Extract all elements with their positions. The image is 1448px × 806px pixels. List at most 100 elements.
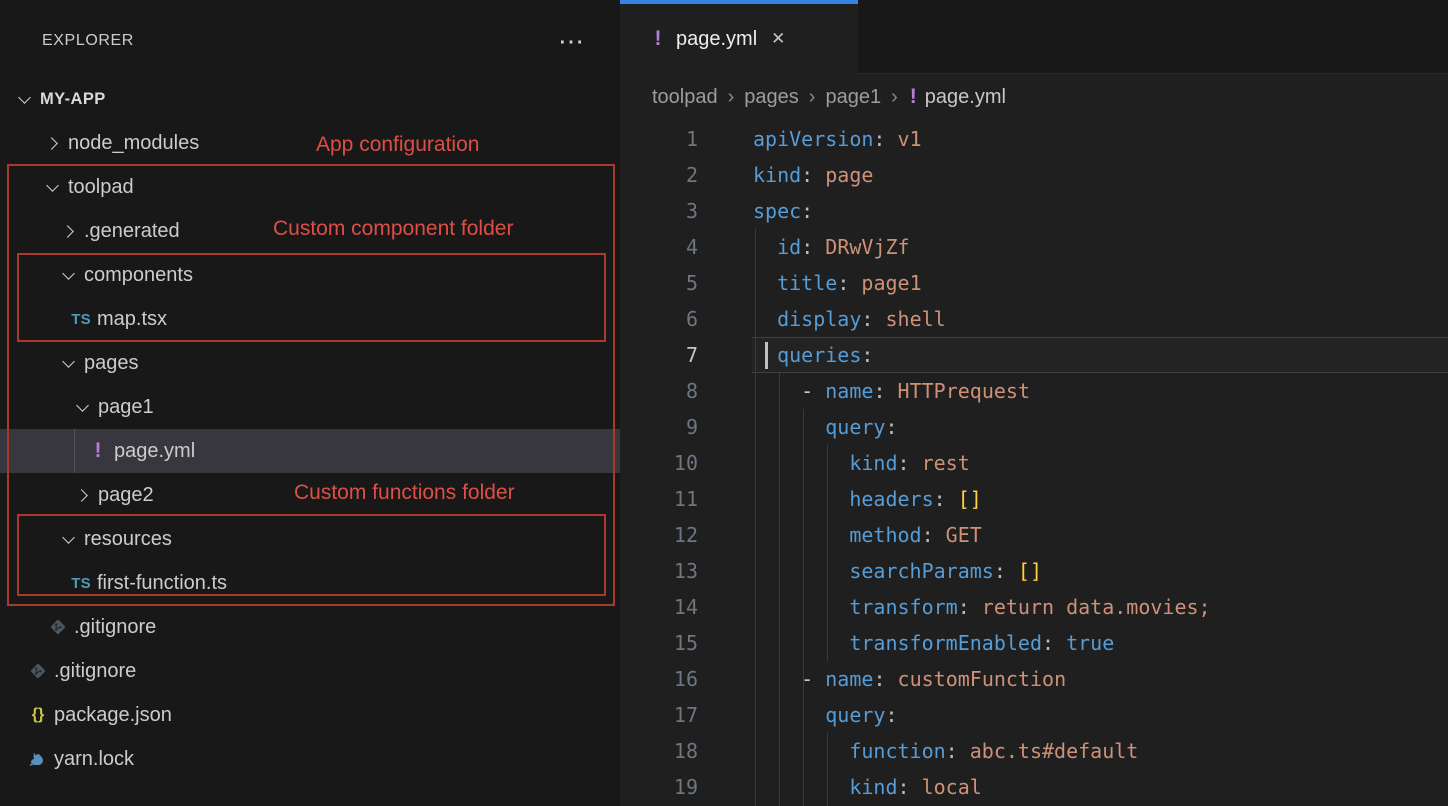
tree-item-label: pages [84, 352, 139, 375]
chevron-right-icon [56, 219, 80, 243]
git-icon [26, 661, 50, 681]
line-number: 14 [620, 595, 698, 619]
chevron-down-icon [40, 175, 64, 199]
line-number: 16 [620, 667, 698, 691]
tree-item-components[interactable]: components [0, 253, 620, 297]
code-line[interactable]: 6 display: shell [620, 301, 1448, 337]
yaml-warning-icon: ! [86, 439, 110, 463]
code-line[interactable]: 14 transform: return data.movies; [620, 589, 1448, 625]
line-number: 3 [620, 199, 698, 223]
code-line[interactable]: 8 - name: HTTPrequest [620, 373, 1448, 409]
tree-item-page-yml[interactable]: ! page.yml [0, 429, 620, 473]
code-line[interactable]: 3 spec: [620, 193, 1448, 229]
more-actions-icon[interactable]: ⋯ [558, 18, 584, 64]
code-line-current[interactable]: 7 queries: [620, 337, 1448, 373]
tree-item-label: page2 [98, 484, 154, 507]
tree-item-label: .gitignore [74, 616, 156, 639]
code-line[interactable]: 9 query: [620, 409, 1448, 445]
chevron-separator-icon: › [728, 86, 735, 109]
git-icon [46, 617, 70, 637]
tree-item-gitignore-toolpad[interactable]: .gitignore [0, 605, 620, 649]
chevron-down-icon [12, 87, 36, 111]
tree-item-node-modules[interactable]: node_modules [0, 121, 620, 165]
tab-bar: ! page.yml ✕ [620, 0, 1448, 74]
line-number: 9 [620, 415, 698, 439]
annotation-app-configuration: App configuration [316, 133, 479, 157]
tree-item-label: package.json [54, 704, 172, 727]
line-number: 12 [620, 523, 698, 547]
line-number: 18 [620, 739, 698, 763]
tree-item-gitignore-root[interactable]: .gitignore [0, 649, 620, 693]
tree-item-resources[interactable]: resources [0, 517, 620, 561]
line-number: 11 [620, 487, 698, 511]
yarn-cat-icon [26, 749, 50, 769]
code-line[interactable]: 17 query: [620, 697, 1448, 733]
annotation-custom-component-folder: Custom component folder [273, 217, 513, 241]
code-line[interactable]: 12 method: GET [620, 517, 1448, 553]
code-line[interactable]: 11 headers: [] [620, 481, 1448, 517]
code-line[interactable]: 15 transformEnabled: true [620, 625, 1448, 661]
annotation-custom-functions-folder: Custom functions folder [294, 481, 515, 505]
vscode-window: EXPLORER ⋯ MY-APP node_modules toolpad .… [0, 0, 1448, 806]
breadcrumb: toolpad › pages › page1 › ! page.yml [620, 74, 1448, 120]
tree-item-label: toolpad [68, 176, 134, 199]
tree-item-my-app[interactable]: MY-APP [0, 77, 620, 121]
line-number: 7 [620, 343, 698, 367]
tree-item-label: first-function.ts [97, 572, 227, 595]
line-number: 13 [620, 559, 698, 583]
tree-item-label: MY-APP [40, 90, 106, 109]
code-line[interactable]: 10 kind: rest [620, 445, 1448, 481]
yaml-warning-icon: ! [646, 27, 670, 51]
chevron-separator-icon: › [891, 86, 898, 109]
tree-item-label: components [84, 264, 193, 287]
line-number: 4 [620, 235, 698, 259]
tree-item-map-tsx[interactable]: TS map.tsx [0, 297, 620, 341]
tree-item-label: page1 [98, 396, 154, 419]
line-number: 15 [620, 631, 698, 655]
editor-area: ! page.yml ✕ toolpad › pages › page1 › !… [620, 0, 1448, 806]
breadcrumb-toolpad[interactable]: toolpad [652, 86, 718, 109]
tree-item-package-json[interactable]: {} package.json [0, 693, 620, 737]
code-line[interactable]: 16 - name: customFunction [620, 661, 1448, 697]
code-line[interactable]: 2 kind: page [620, 157, 1448, 193]
tree-item-yarn-lock[interactable]: yarn.lock [0, 737, 620, 781]
line-number: 1 [620, 127, 698, 151]
chevron-right-icon [40, 131, 64, 155]
tree-item-first-function[interactable]: TS first-function.ts [0, 561, 620, 605]
code-area: 1 apiVersion: v1 2 kind: page 3 spec: 4 … [620, 121, 1448, 805]
chevron-right-icon [70, 483, 94, 507]
line-number: 8 [620, 379, 698, 403]
breadcrumb-page-yml[interactable]: page.yml [925, 86, 1006, 109]
code-line[interactable]: 19 kind: local [620, 769, 1448, 805]
code-line[interactable]: 1 apiVersion: v1 [620, 121, 1448, 157]
code-line[interactable]: 13 searchParams: [] [620, 553, 1448, 589]
breadcrumb-page1[interactable]: page1 [825, 86, 881, 109]
typescript-icon: TS [69, 311, 93, 328]
close-icon[interactable]: ✕ [771, 29, 785, 49]
tree-item-pages[interactable]: pages [0, 341, 620, 385]
typescript-icon: TS [69, 575, 93, 592]
chevron-separator-icon: › [809, 86, 816, 109]
json-icon: {} [26, 706, 50, 724]
tree-item-toolpad[interactable]: toolpad [0, 165, 620, 209]
tree-item-label: node_modules [68, 132, 199, 155]
explorer-sidebar: EXPLORER ⋯ MY-APP node_modules toolpad .… [0, 0, 620, 806]
line-number: 19 [620, 775, 698, 799]
tree-item-label: .gitignore [54, 660, 136, 683]
breadcrumb-pages[interactable]: pages [744, 86, 799, 109]
tab-page-yml[interactable]: ! page.yml ✕ [620, 0, 858, 74]
chevron-down-icon [56, 263, 80, 287]
line-number: 2 [620, 163, 698, 187]
explorer-header: EXPLORER ⋯ [0, 18, 620, 64]
code-line[interactable]: 18 function: abc.ts#default [620, 733, 1448, 769]
tree-item-page1[interactable]: page1 [0, 385, 620, 429]
chevron-down-icon [70, 395, 94, 419]
tree-item-label: .generated [84, 220, 180, 243]
tree-item-label: page.yml [114, 440, 195, 463]
code-line[interactable]: 4 id: DRwVjZf [620, 229, 1448, 265]
chevron-down-icon [56, 527, 80, 551]
line-number: 5 [620, 271, 698, 295]
code-line[interactable]: 5 title: page1 [620, 265, 1448, 301]
tab-strip-empty [858, 0, 1448, 74]
yaml-warning-icon: ! [910, 85, 917, 109]
